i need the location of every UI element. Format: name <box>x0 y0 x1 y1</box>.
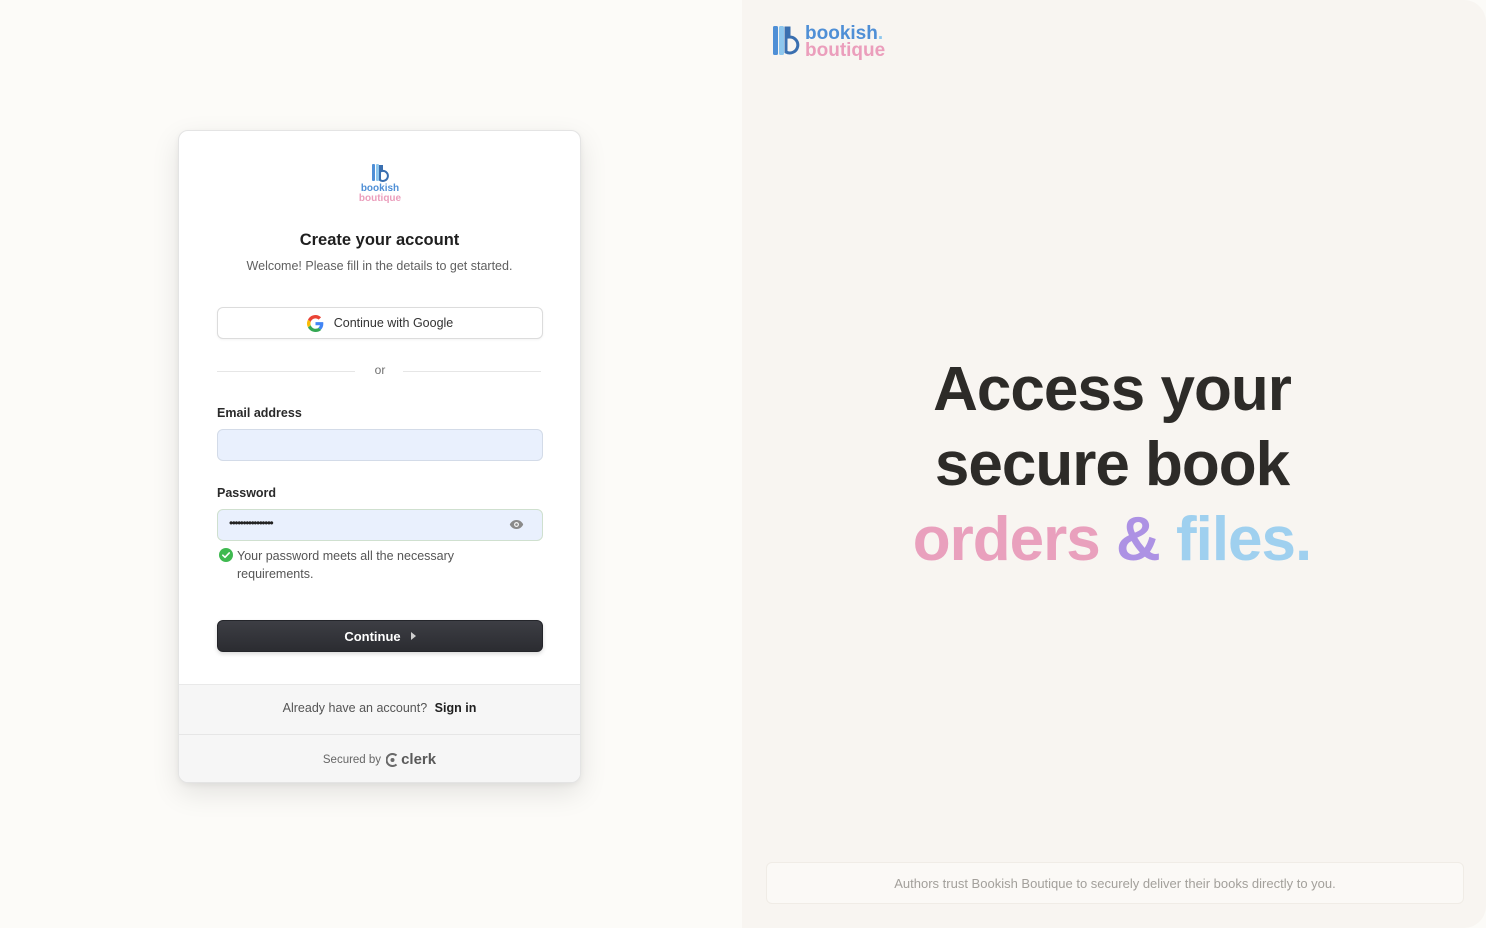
card-logo-word-boutique: boutique <box>358 193 402 204</box>
page-subtitle: Welcome! Please fill in the details to g… <box>246 259 513 273</box>
hero-line-1: Access your <box>933 355 1292 424</box>
bookish-logo-icon <box>773 26 800 55</box>
email-input[interactable] <box>217 429 543 461</box>
bookish-logo-icon <box>372 164 389 182</box>
hero-line-3: orders & files. <box>862 502 1362 577</box>
continue-button[interactable]: Continue <box>217 620 543 652</box>
card-logo: bookish boutique <box>354 163 406 207</box>
signup-card-body: bookish boutique Create your account Wel… <box>179 131 580 684</box>
success-check-icon <box>219 548 233 562</box>
signup-card-footer: Already have an account? Sign in Secured… <box>179 684 580 782</box>
divider-line-right <box>403 371 541 372</box>
password-value: •••••••••••••••• <box>229 516 274 530</box>
brand-word-boutique: boutique <box>805 40 886 61</box>
hero-word-orders: orders <box>912 505 1101 574</box>
clerk-logo[interactable]: clerk <box>386 751 436 768</box>
hero-word-files: files. <box>1175 505 1312 574</box>
page-title: Create your account <box>299 231 460 249</box>
show-password-eye-icon[interactable] <box>509 519 524 530</box>
signin-prompt: Already have an account? Sign in <box>179 701 580 715</box>
brand-logo[interactable]: bookish. boutique <box>772 24 902 64</box>
hero-heading: Access your secure book orders & files. <box>862 352 1362 577</box>
continue-button-label: Continue <box>344 628 401 644</box>
password-label: Password <box>217 486 277 500</box>
google-button-label: Continue with Google <box>333 316 454 330</box>
signin-prompt-text: Already have an account? <box>282 701 428 715</box>
google-icon <box>306 314 324 332</box>
continue-with-google-button[interactable]: Continue with Google <box>217 307 543 339</box>
left-panel: bookish boutique Create your account Wel… <box>0 0 742 928</box>
sign-up-page: bookish boutique Create your account Wel… <box>0 0 1486 928</box>
play-arrow-icon <box>410 632 416 640</box>
divider-or: or <box>374 363 386 377</box>
clerk-logo-icon <box>386 752 398 767</box>
email-label: Email address <box>217 406 302 420</box>
hero-line-2: secure book <box>934 430 1290 499</box>
right-panel: bookish. boutique Access your secure boo… <box>742 0 1486 928</box>
footer-divider <box>179 734 580 735</box>
secured-by-text: Secured by <box>322 753 382 766</box>
divider-line-left <box>217 371 355 372</box>
signup-card: bookish boutique Create your account Wel… <box>178 130 581 783</box>
trust-banner: Authors trust Bookish Boutique to secure… <box>766 862 1464 904</box>
hero-ampersand: & <box>1115 505 1161 574</box>
secured-by: Secured by clerk <box>179 751 580 768</box>
clerk-logo-text: clerk <box>401 751 437 768</box>
hero-period: . <box>1295 505 1312 574</box>
hero-word-files-text: files <box>1175 505 1296 574</box>
sign-in-link[interactable]: Sign in <box>435 701 477 715</box>
password-hint: Your password meets all the necessary re… <box>237 549 455 581</box>
